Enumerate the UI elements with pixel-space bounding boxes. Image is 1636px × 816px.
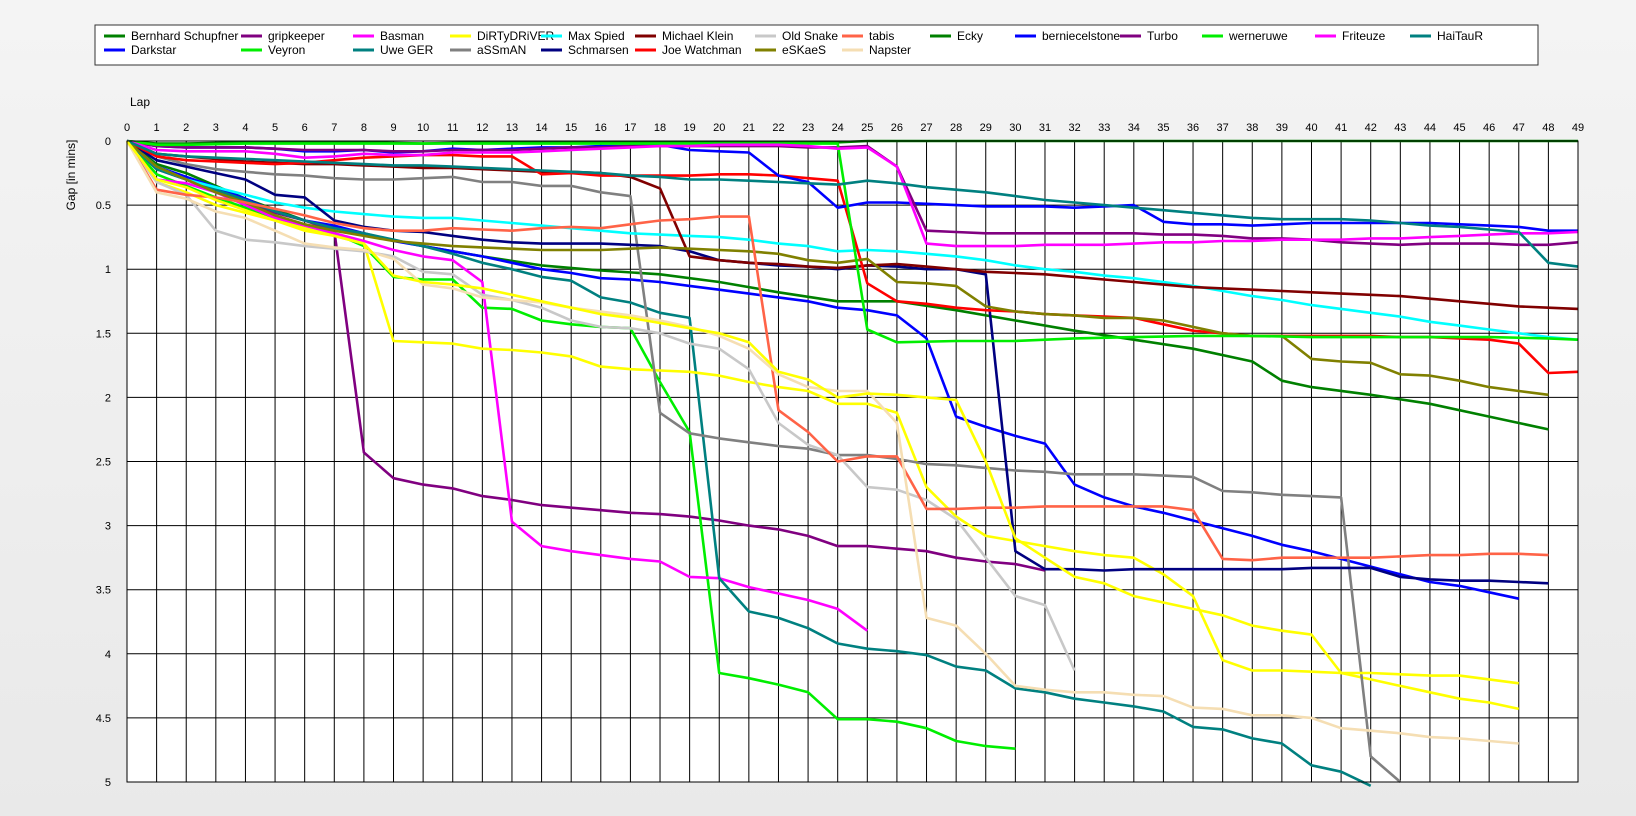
legend-label-berniecelstone: berniecelstone	[1042, 29, 1120, 43]
x-tick-label: 43	[1394, 122, 1406, 134]
legend-label-tabis: tabis	[869, 29, 894, 43]
x-tick-label: 27	[920, 122, 932, 134]
x-tick-label: 3	[213, 122, 219, 134]
x-tick-label: 7	[331, 122, 337, 134]
x-tick-label: 47	[1513, 122, 1525, 134]
x-tick-label: 33	[1098, 122, 1110, 134]
x-tick-label: 31	[1039, 122, 1051, 134]
y-tick-label: 3	[105, 521, 111, 533]
legend-label-uwe-ger: Uwe GER	[380, 43, 434, 57]
x-tick-label: 24	[832, 122, 844, 134]
x-tick-label: 29	[980, 122, 992, 134]
legend-label-werneruwe: werneruwe	[1228, 29, 1288, 43]
legend-label-max-spied: Max Spied	[568, 29, 625, 43]
y-tick-label: 0	[105, 136, 111, 148]
x-tick-labels: 0 1 2 3 4 5 6 7 8 9 10 11 12 13 14 15 16 17 18 19 20 21 22 23 24…	[124, 122, 1584, 134]
x-tick-label: 44	[1424, 122, 1436, 134]
x-tick-label: 25	[861, 122, 873, 134]
x-tick-label: 46	[1483, 122, 1495, 134]
x-axis-title: Lap	[130, 95, 150, 109]
lap-gap-chart: Bernhard SchupfnerDarkstar gripkeeperVeyr…	[64, 24, 1584, 789]
x-tick-label: 14	[535, 122, 547, 134]
legend-label-darkstar: Darkstar	[131, 43, 176, 57]
legend-label-bernhard-schupfner: Bernhard Schupfner	[131, 29, 238, 43]
legend-label-schmarsen: Schmarsen	[568, 43, 629, 57]
x-tick-label: 6	[302, 122, 308, 134]
y-tick-label: 4.5	[96, 713, 111, 725]
x-tick-label: 40	[1305, 122, 1317, 134]
x-tick-label: 5	[272, 122, 278, 134]
legend-label-ecky: Ecky	[957, 29, 983, 43]
y-tick-label: 5	[105, 777, 111, 789]
x-tick-label: 2	[183, 122, 189, 134]
y-tick-label: 2.5	[96, 457, 111, 469]
x-tick-label: 4	[242, 122, 248, 134]
x-tick-label: 16	[595, 122, 607, 134]
y-axis-title: Gap [in mins]	[64, 140, 78, 211]
x-tick-label: 45	[1453, 122, 1465, 134]
x-tick-label: 9	[390, 122, 396, 134]
x-tick-label: 0	[124, 122, 130, 134]
x-tick-label: 10	[417, 122, 429, 134]
legend-label-basman: Basman	[380, 29, 424, 43]
x-tick-label: 49	[1572, 122, 1584, 134]
x-tick-label: 18	[654, 122, 666, 134]
y-tick-label: 1.5	[96, 328, 111, 340]
legend-label-gripkeeper: gripkeeper	[268, 29, 325, 43]
x-tick-label: 12	[476, 122, 488, 134]
y-tick-label: 3.5	[96, 585, 111, 597]
x-tick-label: 1	[154, 122, 160, 134]
x-tick-label: 48	[1542, 122, 1554, 134]
legend-label-friteuze: Friteuze	[1342, 29, 1386, 43]
x-tick-label: 21	[743, 122, 755, 134]
x-tick-label: 11	[447, 122, 458, 134]
x-tick-label: 41	[1335, 122, 1347, 134]
y-tick-label: 0.5	[96, 200, 111, 212]
x-tick-label: 26	[891, 122, 903, 134]
y-tick-labels: 0 0.5 1 1.5 2 2.5 3 3.5 4 4.5 5	[96, 136, 111, 789]
legend-label-veyron: Veyron	[268, 43, 305, 57]
y-tick-label: 1	[105, 264, 111, 276]
y-tick-label: 4	[105, 649, 111, 661]
x-tick-label: 37	[1217, 122, 1229, 134]
x-tick-label: 22	[772, 122, 784, 134]
x-tick-label: 30	[1009, 122, 1021, 134]
x-tick-label: 20	[713, 122, 725, 134]
x-tick-label: 36	[1187, 122, 1199, 134]
x-tick-label: 42	[1365, 122, 1377, 134]
x-tick-label: 39	[1276, 122, 1288, 134]
x-tick-label: 23	[802, 122, 814, 134]
x-tick-label: 28	[950, 122, 962, 134]
legend-label-joe-watchman: Joe Watchman	[662, 43, 742, 57]
legend-label-old-snake: Old Snake	[782, 29, 838, 43]
x-tick-label: 15	[565, 122, 577, 134]
legend-label-napster: Napster	[869, 43, 911, 57]
x-tick-label: 17	[624, 122, 636, 134]
x-tick-label: 35	[1157, 122, 1169, 134]
legend-label-haitaur: HaiTauR	[1437, 29, 1483, 43]
x-tick-label: 38	[1246, 122, 1258, 134]
x-tick-label: 13	[506, 122, 518, 134]
x-tick-label: 8	[361, 122, 367, 134]
legend-label-turbo: Turbo	[1147, 29, 1178, 43]
x-tick-label: 19	[684, 122, 696, 134]
x-tick-label: 32	[1068, 122, 1080, 134]
legend-label-assman: aSSmAN	[477, 43, 526, 57]
x-tick-label: 34	[1128, 122, 1140, 134]
legend-label-eskaes: eSKaeS	[782, 43, 826, 57]
legend-label-michael-klein: Michael Klein	[662, 29, 733, 43]
y-tick-label: 2	[105, 392, 111, 404]
